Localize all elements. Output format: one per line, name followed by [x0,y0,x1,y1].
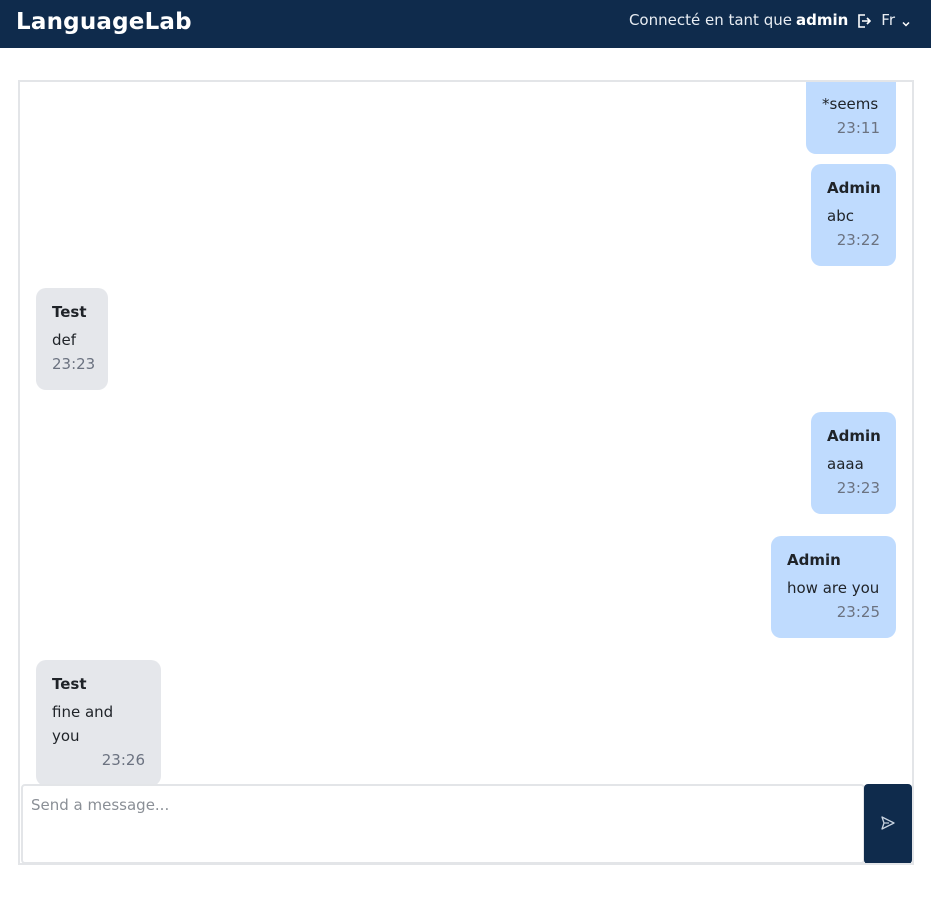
message-bubble-other: Test fine and you 23:26 [36,660,161,786]
message-text: def [52,331,77,349]
message-text: how are you [787,579,880,597]
message-time: 23:23 [52,355,96,373]
message-time: 23:26 [101,751,145,769]
message-bubble-mine: Admin how are you 23:25 [771,536,896,638]
app-title[interactable]: LanguageLab [16,9,192,35]
language-selector[interactable]: Fr [881,11,911,29]
logout-icon[interactable] [857,13,872,29]
message-sender: Admin [787,551,841,569]
message-time: 23:11 [836,119,880,137]
send-icon [880,815,896,834]
message-list[interactable]: *seems 23:11 Admin abc 23:22 Test def 23… [20,82,912,786]
message-time: 23:22 [836,231,880,249]
username: admin [795,11,849,29]
send-button[interactable] [864,784,912,863]
chat-panel: *seems 23:11 Admin abc 23:22 Test def 23… [18,80,914,865]
language-label: Fr [881,11,895,29]
user-menu: Connecté en tant que admin Fr [629,11,911,29]
message-sender: Admin [827,179,881,197]
message-text: fine and you [52,703,114,745]
message-bubble-mine: Admin aaaa 23:23 [811,412,896,514]
message-bubble-mine: Admin abc 23:22 [811,164,896,266]
top-navbar: LanguageLab Connecté en tant que admin F… [0,0,931,48]
message-input[interactable] [21,784,865,863]
message-time: 23:25 [836,603,880,621]
message-text: *seems [822,95,879,113]
message-text: aaaa [827,455,864,473]
message-time: 23:23 [836,479,880,497]
message-text: abc [827,207,854,225]
message-sender: Test [52,303,87,321]
message-composer [20,784,912,863]
message-bubble-other: Test def 23:23 [36,288,108,390]
chevron-down-icon [901,15,911,27]
message-sender: Test [52,675,87,693]
message-bubble-mine: *seems 23:11 [806,82,896,154]
logged-in-label: Connecté en tant que [628,11,792,29]
message-sender: Admin [827,427,881,445]
